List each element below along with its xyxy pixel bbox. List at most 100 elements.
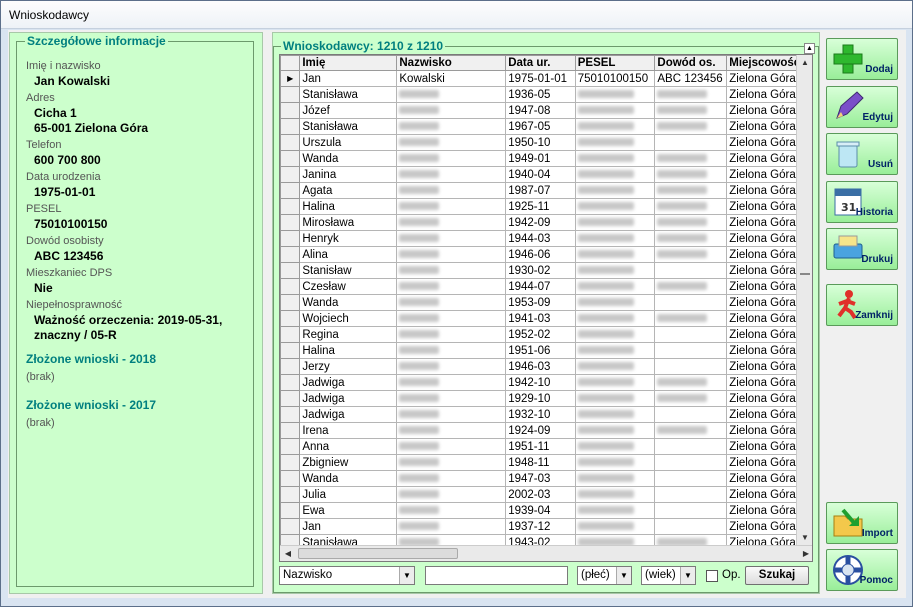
table-row[interactable]: Halina 1925-11 Zielona Góra (280, 198, 812, 215)
table-row[interactable]: Stanisław 1930-02 Zielona Góra (280, 262, 812, 279)
table-cell: Zielona Góra (726, 70, 807, 87)
table-row[interactable]: Janina 1940-04 Zielona Góra (280, 166, 812, 183)
drukuj-button[interactable]: Drukuj (826, 228, 898, 270)
table-row[interactable]: Jerzy 1946-03 Zielona Góra (280, 358, 812, 375)
table-row[interactable]: Julia 2002-03 Zielona Góra (280, 486, 812, 503)
redacted-value (577, 362, 634, 371)
table-cell (654, 86, 728, 103)
applicants-panel: Wnioskodawcy: 1210 z 1210 ▲ Imię Nazwisko… (272, 32, 820, 594)
scroll-left-icon[interactable]: ◀ (280, 546, 296, 561)
table-cell (654, 454, 728, 471)
table-row[interactable]: Wanda 1947-03 Zielona Góra (280, 470, 812, 487)
table-cell: 1939-04 (505, 502, 576, 519)
table-cell: 1949-01 (505, 150, 576, 167)
table-row[interactable]: Wanda 1949-01 Zielona Góra (280, 150, 812, 167)
scroll-thumb[interactable] (800, 273, 810, 275)
search-button[interactable]: Szukaj (745, 566, 809, 585)
search-input[interactable] (425, 566, 568, 585)
import-button[interactable]: Import (826, 502, 898, 544)
table-row[interactable]: Alina 1946-06 Zielona Góra (280, 246, 812, 263)
usuń-button[interactable]: Usuń (826, 133, 898, 175)
cell-text: Zielona Góra (729, 424, 796, 437)
cell-text: Zielona Góra (729, 440, 796, 453)
redacted-value (399, 234, 440, 243)
hscroll-thumb[interactable] (298, 548, 458, 559)
scroll-right-icon[interactable]: ▶ (798, 546, 812, 561)
age-select[interactable]: (wiek) ▼ (641, 566, 696, 585)
pomoc-button[interactable]: Pomoc (826, 549, 898, 591)
table-row[interactable]: Jadwiga 1929-10 Zielona Góra (280, 390, 812, 407)
table-row[interactable]: Józef 1947-08 Zielona Góra (280, 102, 812, 119)
table-row[interactable]: Stanisława 1936-05 Zielona Góra (280, 86, 812, 103)
column-header[interactable]: Imię (299, 55, 398, 71)
table-row[interactable]: Wanda 1953-09 Zielona Góra (280, 294, 812, 311)
table-row[interactable]: Stanisława 1967-05 Zielona Góra (280, 118, 812, 135)
redacted-value (399, 282, 440, 291)
column-header[interactable]: Miejscowość (726, 55, 807, 71)
table-row[interactable]: Halina 1951-06 Zielona Góra (280, 342, 812, 359)
cell-text: Zielona Góra (729, 152, 796, 165)
column-header[interactable]: Dowód os. (654, 55, 728, 71)
table-cell: Zielona Góra (726, 342, 807, 359)
table-row[interactable]: Jadwiga 1932-10 Zielona Góra (280, 406, 812, 423)
table-row[interactable]: Irena 1924-09 Zielona Góra (280, 422, 812, 439)
cell-text: Wanda (302, 472, 339, 485)
horizontal-scrollbar[interactable]: ◀ ▶ (280, 545, 812, 561)
cell-text: Zielona Góra (729, 168, 796, 181)
toolbar-button-label: Dodaj (865, 64, 893, 75)
cell-text: 1930-02 (508, 264, 551, 277)
table-row[interactable]: ▶ Jan Kowalski 1975-01-01 75010100150 ABC 123… (280, 70, 812, 87)
dodaj-button[interactable]: Dodaj (826, 38, 898, 80)
cell-text: 1929-10 (508, 392, 551, 405)
cell-text: Zielona Góra (729, 504, 796, 517)
historia-button[interactable]: 31 Historia (826, 181, 898, 223)
detail-value: 75010100150 (34, 217, 108, 231)
search-field-select[interactable]: Nazwisko ▼ (279, 566, 415, 585)
vertical-scrollbar[interactable]: ▲ ▼ (796, 55, 812, 546)
scroll-up-icon[interactable]: ▲ (797, 55, 812, 71)
row-indicator (280, 262, 301, 279)
cell-text: 1942-09 (508, 216, 551, 229)
redacted-value (577, 506, 634, 515)
table-row[interactable]: Regina 1952-02 Zielona Góra (280, 326, 812, 343)
table-cell: Zielona Góra (726, 102, 807, 119)
op-checkbox[interactable] (706, 570, 718, 582)
table-cell (574, 134, 656, 151)
gender-select[interactable]: (płeć) ▼ (577, 566, 632, 585)
table-cell (654, 310, 728, 327)
svg-text:31: 31 (841, 201, 856, 214)
zamknij-button[interactable]: Zamknij (826, 284, 898, 326)
table-cell: 1942-09 (505, 214, 576, 231)
cell-text: Zielona Góra (729, 72, 796, 85)
column-header[interactable]: Data ur. (505, 55, 576, 71)
column-header[interactable]: Nazwisko (396, 55, 507, 71)
collapse-panel-icon[interactable]: ▲ (804, 43, 815, 54)
column-header[interactable]: PESEL (574, 55, 656, 71)
row-indicator (280, 342, 301, 359)
table-cell: Zielona Góra (726, 406, 807, 423)
toolbar-button-label: Edytuj (862, 112, 893, 123)
redacted-value (657, 394, 708, 403)
cell-text: Zielona Góra (729, 312, 796, 325)
table-cell: Zielona Góra (726, 390, 807, 407)
op-label: Op. (722, 569, 741, 581)
table-row[interactable]: Henryk 1944-03 Zielona Góra (280, 230, 812, 247)
table-row[interactable]: Zbigniew 1948-11 Zielona Góra (280, 454, 812, 471)
table-row[interactable]: Ewa 1939-04 Zielona Góra (280, 502, 812, 519)
applicants-grid[interactable]: Imię Nazwisko Data ur. PESEL Dowód os. Miejsc… (279, 54, 813, 562)
table-row[interactable]: Anna 1951-11 Zielona Góra (280, 438, 812, 455)
detail-value: 600 700 800 (34, 153, 101, 167)
edytuj-button[interactable]: Edytuj (826, 86, 898, 128)
table-row[interactable]: Mirosława 1942-09 Zielona Góra (280, 214, 812, 231)
table-row[interactable]: Czesław 1944-07 Zielona Góra (280, 278, 812, 295)
cell-text: Zielona Góra (729, 88, 796, 101)
table-row[interactable]: Agata 1987-07 Zielona Góra (280, 182, 812, 199)
scroll-down-icon[interactable]: ▼ (797, 530, 812, 546)
redacted-value (399, 186, 440, 195)
cell-text: Kowalski (399, 72, 445, 85)
table-row[interactable]: Jadwiga 1942-10 Zielona Góra (280, 374, 812, 391)
table-cell (654, 406, 728, 423)
table-row[interactable]: Urszula 1950-10 Zielona Góra (280, 134, 812, 151)
table-row[interactable]: Wojciech 1941-03 Zielona Góra (280, 310, 812, 327)
table-row[interactable]: Jan 1937-12 Zielona Góra (280, 518, 812, 535)
